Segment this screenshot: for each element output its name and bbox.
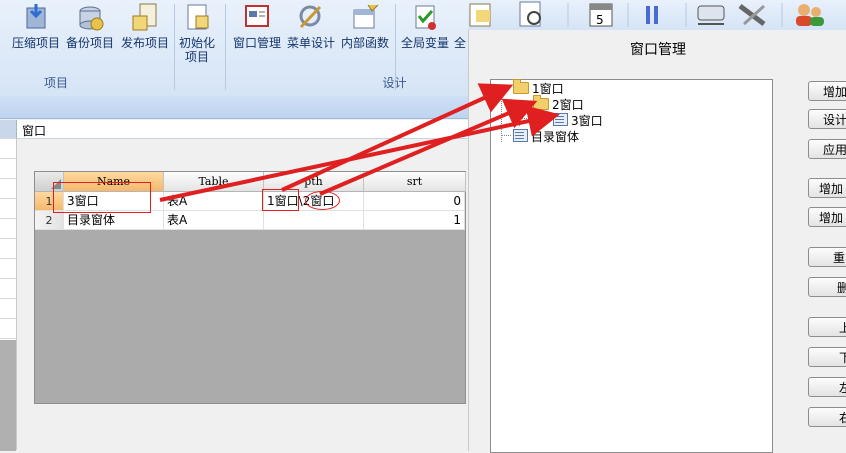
annotation-arrows — [159, 83, 560, 202]
arrow-pth2-to-2window — [319, 98, 538, 196]
arrow-pth1-to-1window — [281, 83, 514, 192]
